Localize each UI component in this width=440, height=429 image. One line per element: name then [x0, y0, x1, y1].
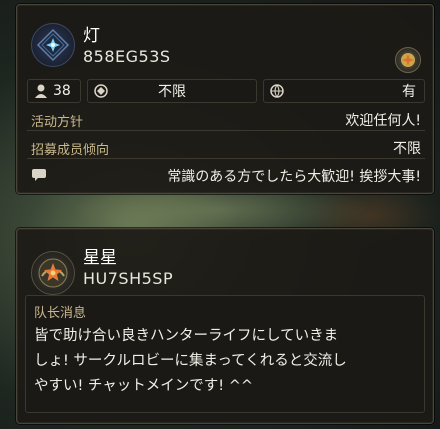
leader-message-label: 队长消息 [34, 306, 87, 321]
circle-card-2[interactable]: 星星 HU7SH5SP 队长消息 皆で助け合い良きハンターライフにしていきま し… [16, 228, 434, 424]
circle-name: 灯 [83, 26, 100, 46]
gold-star-emblem-icon [31, 251, 75, 295]
circle-comment: 常識のある方でしたら大歓迎! 挨拶大事! [167, 169, 421, 185]
comment-row: 常識のある方でしたら大歓迎! 挨拶大事! [27, 165, 425, 187]
recruit-label: 招募成员倾向 [31, 143, 110, 158]
recruit-row: 招募成员倾向 不限 [27, 137, 425, 159]
policy-label: 活动方针 [31, 115, 84, 130]
leader-message: 皆で助け合い良きハンターライフにしていきま しょ! サークルロビーに集まってくれ… [34, 324, 418, 399]
leader-message-line: やすい! チャットメインです! ^^ [34, 378, 253, 394]
availability-value: 有 [402, 84, 416, 100]
circle-stats-row: 38 不限 有 [27, 79, 425, 103]
circle-code: 858EG53S [83, 47, 171, 66]
circle-code: HU7SH5SP [83, 269, 174, 288]
chat-bubble-icon [31, 168, 47, 186]
globe-icon [268, 82, 286, 100]
gold-crest-icon [395, 47, 421, 73]
blue-star-emblem-icon [31, 23, 75, 67]
members-count: 38 [53, 83, 71, 99]
availability-stat: 有 [263, 79, 425, 103]
members-stat: 38 [27, 79, 81, 103]
requirement-stat: 不限 [87, 79, 257, 103]
policy-row: 活动方针 欢迎任何人! [27, 109, 425, 131]
leader-message-line: しょ! サークルロビーに集まってくれると交流し [34, 353, 347, 369]
requirement-value: 不限 [158, 84, 186, 100]
leader-message-line: 皆で助け合い良きハンターライフにしていきま [34, 328, 339, 344]
person-icon [32, 82, 50, 100]
policy-value: 欢迎任何人! [345, 113, 421, 129]
leader-message-box: 队长消息 皆で助け合い良きハンターライフにしていきま しょ! サークルロビーに集… [25, 295, 425, 413]
circle-name: 星星 [83, 248, 117, 268]
recruit-value: 不限 [393, 141, 421, 157]
circle-card-1[interactable]: 灯 858EG53S 38 不限 有 活动方针 欢迎任何人! 招募成员倾向 不限… [16, 4, 434, 194]
